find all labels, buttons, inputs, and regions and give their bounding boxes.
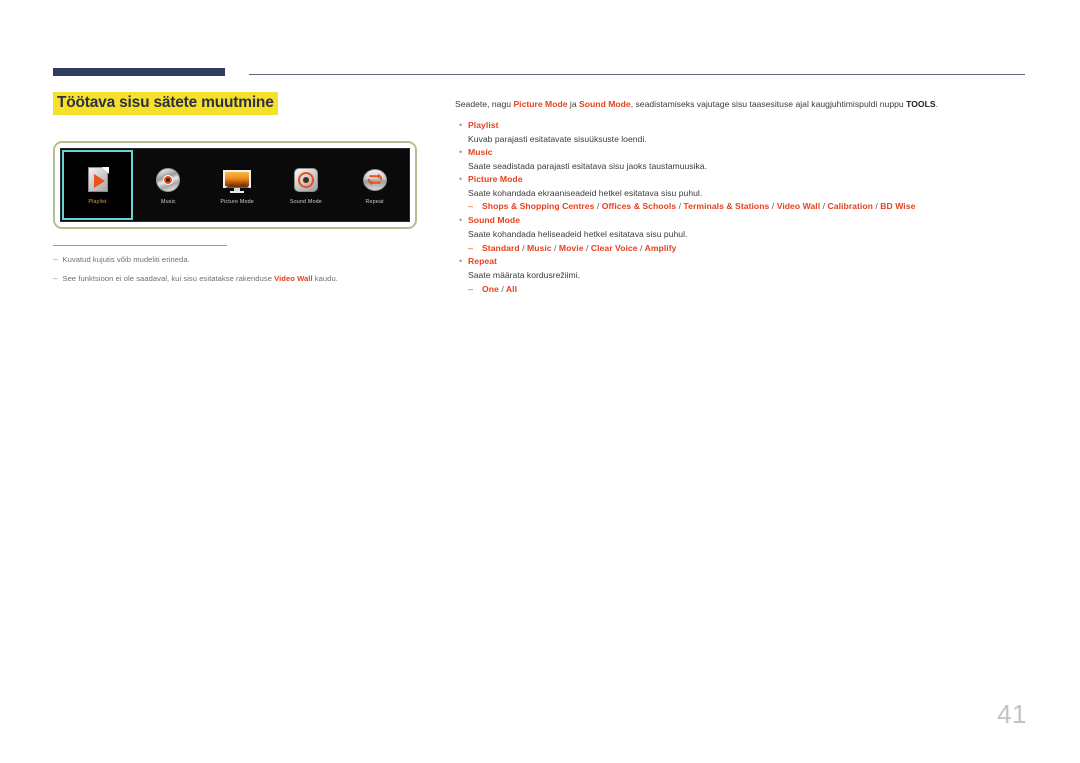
intro-accent-sound-mode: Sound Mode: [579, 99, 631, 109]
intro-key-tools: TOOLS: [906, 99, 936, 109]
sub-row: – Shops & Shopping Centres / Offices & S…: [468, 200, 1021, 214]
bullet-marker: •: [459, 215, 463, 226]
bullet-marker: •: [459, 146, 463, 157]
tile-label-sound-mode: Sound Mode: [289, 198, 322, 205]
speaker-icon: [291, 165, 321, 195]
bullet-title-repeat: Repeat: [468, 256, 497, 267]
page-number: 41: [997, 699, 1027, 729]
tile-repeat[interactable]: Repeat: [340, 149, 409, 221]
note-item: – See funktsioon ei ole saadaval, kui si…: [53, 274, 353, 284]
bullet-title-music: Music: [468, 146, 493, 157]
options-picture-mode: Shops & Shopping Centres / Offices & Sch…: [482, 201, 916, 212]
bullet-row: • Music: [455, 146, 1021, 160]
tile-label-music: Music: [160, 198, 176, 205]
playlist-icon: [83, 165, 113, 195]
bullet-desc-playlist: Kuvab parajasti esitatavate sisuüksuste …: [468, 133, 647, 144]
note-item: – Kuvatud kujutis võib mudeliti erineda.: [53, 255, 353, 265]
sub-dash: –: [468, 283, 474, 294]
bullet-title-picture-mode: Picture Mode: [468, 174, 523, 185]
header-rule: [53, 68, 1025, 78]
list-item: • Picture Mode Saate kohandada ekraanise…: [455, 173, 1021, 214]
tile-playlist[interactable]: Playlist: [62, 150, 133, 220]
left-column: Töötava sisu sätete muutmine: [53, 92, 425, 115]
device-ui-figure: Playlist Music Picture Mode Sound Mode R…: [53, 141, 417, 229]
bullet-desc-sound-mode: Saate kohandada heliseadeid hetkel esita…: [468, 229, 688, 240]
bullet-title-sound-mode: Sound Mode: [468, 215, 521, 226]
header-thin-line: [249, 74, 1025, 75]
list-item: • Music Saate seadistada parajasti esita…: [455, 146, 1021, 173]
note-emphasis: Video Wall: [274, 274, 313, 284]
tile-picture-mode[interactable]: Picture Mode: [203, 149, 272, 221]
options-sound-mode: Standard / Music / Movie / Clear Voice /…: [482, 242, 677, 253]
sub-dash: –: [468, 201, 474, 212]
right-column: Seadete, nagu Picture Mode ja Sound Mode…: [455, 99, 1021, 297]
bullet-marker: •: [459, 119, 463, 130]
list-item: • Sound Mode Saate kohandada heliseadeid…: [455, 214, 1021, 255]
bullet-marker: •: [459, 174, 463, 185]
notes-divider: [53, 245, 227, 246]
bullet-desc-music: Saate seadistada parajasti esitatava sis…: [468, 160, 707, 171]
tile-sound-mode[interactable]: Sound Mode: [272, 149, 341, 221]
tile-music[interactable]: Music: [134, 149, 203, 221]
tile-label-repeat: Repeat: [365, 198, 384, 205]
figure-notes: – Kuvatud kujutis võib mudeliti erineda.…: [53, 245, 353, 294]
note-dash: –: [53, 274, 58, 284]
monitor-icon: [222, 165, 252, 195]
page-title: Töötava sisu sätete muutmine: [53, 92, 278, 115]
intro-accent-picture-mode: Picture Mode: [513, 99, 568, 109]
bullet-row: • Playlist: [455, 119, 1021, 133]
bullet-row: • Sound Mode: [455, 214, 1021, 228]
bullet-desc-picture-mode: Saate kohandada ekraaniseadeid hetkel es…: [468, 188, 703, 199]
bullet-row: • Picture Mode: [455, 173, 1021, 187]
bullet-desc-repeat: Saate määrata kordusrežiimi.: [468, 270, 581, 281]
bullet-marker: •: [459, 256, 463, 267]
note-text: See funktsioon ei ole saadaval, kui sisu…: [62, 274, 338, 284]
list-item: • Playlist Kuvab parajasti esitatavate s…: [455, 119, 1021, 146]
sub-row: – Standard / Music / Movie / Clear Voice…: [468, 242, 1021, 256]
bullet-title-playlist: Playlist: [468, 119, 499, 130]
note-dash: –: [53, 255, 58, 264]
intro-paragraph: Seadete, nagu Picture Mode ja Sound Mode…: [455, 99, 939, 109]
options-repeat: One / All: [482, 283, 518, 294]
bullet-row: • Repeat: [455, 255, 1021, 269]
list-item: • Repeat Saate määrata kordusrežiimi. – …: [455, 255, 1021, 296]
sub-row: – One / All: [468, 283, 1021, 297]
note-text: Kuvatud kujutis võib mudeliti erineda.: [62, 255, 190, 264]
tile-label-picture-mode: Picture Mode: [220, 198, 254, 205]
tile-label-playlist: Playlist: [88, 198, 107, 205]
music-disc-icon: [153, 165, 183, 195]
header-accent-bar: [53, 68, 225, 76]
device-ui-bar: Playlist Music Picture Mode Sound Mode R…: [60, 148, 410, 222]
repeat-loop-icon: [360, 165, 390, 195]
sub-dash: –: [468, 242, 474, 253]
